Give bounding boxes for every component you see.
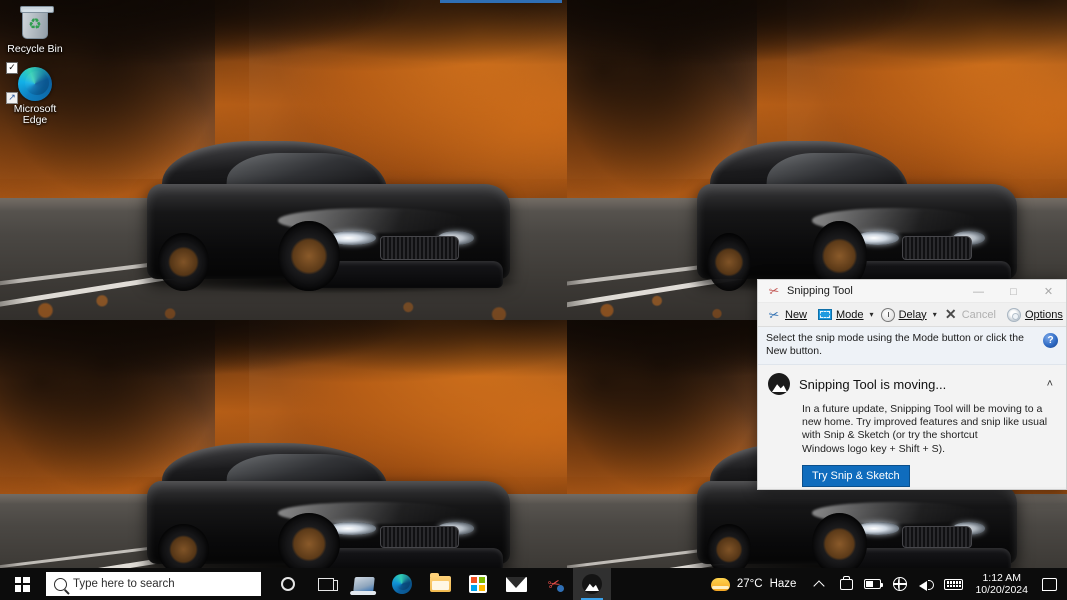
- window-edge-artifact: [440, 0, 562, 3]
- help-question-icon[interactable]: ?: [1043, 333, 1058, 348]
- sun-icon: [710, 577, 730, 591]
- desktop-icon-label: Recycle Bin: [7, 43, 63, 55]
- scissors-icon: ✂: [767, 306, 781, 323]
- mode-button[interactable]: Mode: [813, 305, 868, 325]
- desktop-icon-list: Recycle Bin ✓ ↗ Microsoft Edge: [0, 0, 70, 135]
- microsoft-edge-icon: ✓ ↗: [0, 61, 70, 104]
- windows-start-icon[interactable]: [0, 568, 44, 600]
- battery-icon[interactable]: [859, 568, 886, 600]
- window-title: Snipping Tool: [787, 285, 853, 297]
- search-icon: [54, 577, 67, 591]
- wallpaper-branches: [0, 0, 567, 103]
- wallpaper-tile-top-right: [567, 0, 1067, 320]
- options-label: Options: [1024, 308, 1063, 321]
- desktop-icon-label: Microsoft Edge: [13, 102, 57, 126]
- notice-body: In a future update, Snipping Tool will b…: [768, 397, 1056, 456]
- mode-label: Mode: [836, 308, 864, 321]
- quick-assist-icon[interactable]: [345, 568, 383, 600]
- onedrive-icon[interactable]: [832, 568, 859, 600]
- weather-temperature: 27°C: [736, 578, 763, 590]
- snipping-tool-window[interactable]: ✂ Snipping Tool — □ ✕ ✂ New Mode ▾ Delay: [757, 279, 1067, 490]
- wallpaper-tile-top-left: [0, 0, 567, 320]
- cancel-label: Cancel: [961, 308, 996, 321]
- cortana-icon[interactable]: [269, 568, 307, 600]
- photos-icon[interactable]: [573, 568, 611, 600]
- clock-time: 1:12 AM: [982, 572, 1021, 584]
- weather-condition: Haze: [769, 578, 797, 590]
- notice-title: Snipping Tool is moving...: [799, 376, 947, 392]
- checkbox-badge: ✓: [6, 61, 18, 74]
- taskbar-app-list: ✂: [269, 568, 611, 600]
- microsoft-store-icon[interactable]: [459, 568, 497, 600]
- microsoft-edge-icon[interactable]: [383, 568, 421, 600]
- gear-icon: [1006, 307, 1022, 323]
- photos-mountain-icon: [768, 373, 790, 395]
- snipping-tool-moving-notice: Snipping Tool is moving... ˄ In a future…: [758, 365, 1066, 487]
- volume-icon[interactable]: [913, 568, 940, 600]
- snipping-tool-scissors-icon: ✂: [767, 283, 781, 299]
- snip-hint-text: Select the snip mode using the Mode butt…: [766, 332, 1024, 357]
- delay-label: Delay: [898, 308, 927, 321]
- maximize-button[interactable]: □: [996, 280, 1031, 303]
- try-snip-and-sketch-button[interactable]: Try Snip & Sketch: [802, 465, 910, 487]
- delay-dropdown-caret-icon[interactable]: ▾: [933, 305, 937, 325]
- rectangle-snip-icon: [817, 307, 833, 323]
- cancel-button: ✕ Cancel: [939, 305, 1000, 325]
- clock-date: 10/20/2024: [975, 584, 1028, 596]
- notice-body-line2: Windows logo key + Shift + S).: [802, 443, 945, 455]
- close-button[interactable]: ✕: [1031, 280, 1066, 303]
- notice-body-line1: In a future update, Snipping Tool will b…: [802, 403, 1048, 441]
- clock[interactable]: 1:12 AM 10/20/2024: [967, 572, 1036, 596]
- mail-icon[interactable]: [497, 568, 535, 600]
- keyboard-icon[interactable]: [940, 568, 967, 600]
- desktop-icon-microsoft-edge[interactable]: ✓ ↗ Microsoft Edge: [0, 61, 70, 127]
- collapse-chevron-icon[interactable]: ˄: [1044, 378, 1056, 390]
- snip-hint-bar: Select the snip mode using the Mode butt…: [758, 327, 1066, 365]
- notice-header: Snipping Tool is moving... ˄: [768, 373, 1056, 397]
- snipping-tool-toolbar: ✂ New Mode ▾ Delay ▾ ✕ Cancel Options: [758, 303, 1066, 327]
- notice-actions: Try Snip & Sketch: [768, 456, 1056, 487]
- desktop-icon-recycle-bin[interactable]: Recycle Bin: [0, 4, 70, 56]
- weather-widget[interactable]: 27°C Haze: [705, 568, 806, 600]
- action-center-icon[interactable]: [1036, 568, 1063, 600]
- file-explorer-icon[interactable]: [421, 568, 459, 600]
- search-input[interactable]: Type here to search: [46, 572, 261, 596]
- task-view-icon[interactable]: [307, 568, 345, 600]
- network-globe-icon[interactable]: [886, 568, 913, 600]
- minimize-button[interactable]: —: [961, 280, 996, 303]
- snipping-tool-icon[interactable]: ✂: [535, 568, 573, 600]
- close-x-icon: ✕: [944, 306, 957, 322]
- screen: Recycle Bin ✓ ↗ Microsoft Edge ✂ Snippin…: [0, 0, 1067, 600]
- new-snip-label: New: [785, 308, 808, 321]
- search-placeholder: Type here to search: [73, 578, 175, 590]
- new-snip-button[interactable]: ✂ New: [762, 305, 811, 325]
- clock-icon: [880, 307, 896, 323]
- show-hidden-icons-chevron-icon[interactable]: [805, 568, 832, 600]
- recycle-bin-icon: [0, 4, 70, 44]
- window-controls: — □ ✕: [961, 280, 1066, 302]
- options-button[interactable]: Options: [1002, 305, 1067, 325]
- wallpaper-car: [132, 138, 525, 295]
- taskbar: Type here to search ✂ 27°C Haze 1:12 AM …: [0, 568, 1067, 600]
- title-bar[interactable]: ✂ Snipping Tool — □ ✕: [758, 280, 1066, 303]
- delay-button[interactable]: Delay: [876, 305, 931, 325]
- shortcut-arrow-badge: ↗: [6, 91, 18, 104]
- wallpaper-tile-bottom-left: [0, 320, 567, 600]
- mode-dropdown-caret-icon[interactable]: ▾: [870, 305, 874, 325]
- system-tray: 27°C Haze 1:12 AM 10/20/2024: [705, 568, 1067, 600]
